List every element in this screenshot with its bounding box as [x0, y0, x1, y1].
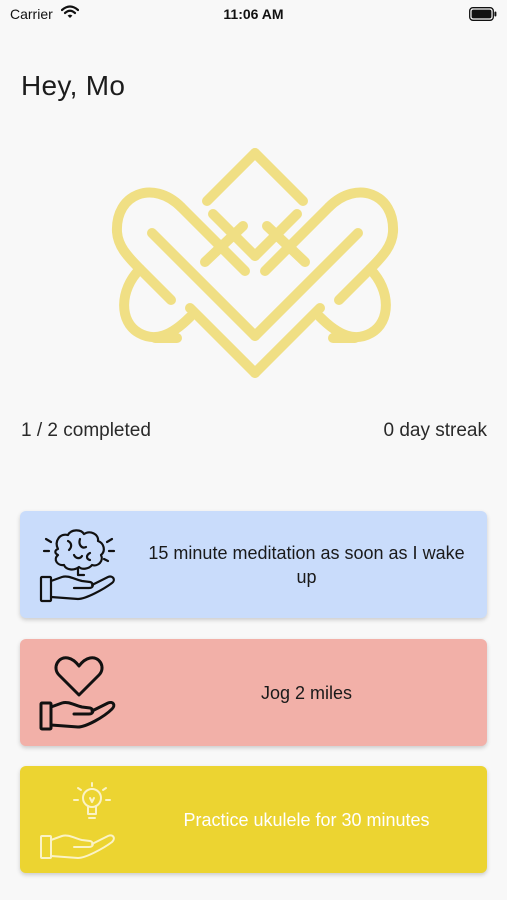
celtic-knot-hearts-icon [105, 146, 405, 385]
habit-card-jog[interactable]: Jog 2 miles [20, 639, 487, 746]
status-bar: Carrier 11:06 AM [0, 0, 507, 30]
battery-icon [469, 7, 497, 24]
habit-card-meditation[interactable]: 15 minute meditation as soon as I wake u… [20, 511, 487, 618]
completed-count: 1 / 2 completed [21, 420, 151, 441]
streak-count: 0 day streak [383, 420, 488, 441]
brain-in-hand-icon [38, 525, 120, 605]
habit-label: Practice ukulele for 30 minutes [183, 809, 430, 830]
progress-stats: 1 / 2 completed 0 day streak [21, 420, 487, 444]
habit-label: Jog 2 miles [260, 682, 353, 703]
clock: 11:06 AM [223, 6, 284, 22]
habit-card-ukulele[interactable]: Practice ukulele for 30 minutes [20, 766, 487, 873]
lightbulb-in-hand-icon [38, 780, 120, 860]
heart-in-hand-icon [38, 653, 120, 733]
greeting-title: Hey, Mo [21, 70, 126, 101]
habit-label: 15 minute meditation as soon as I wake u… [148, 542, 465, 587]
